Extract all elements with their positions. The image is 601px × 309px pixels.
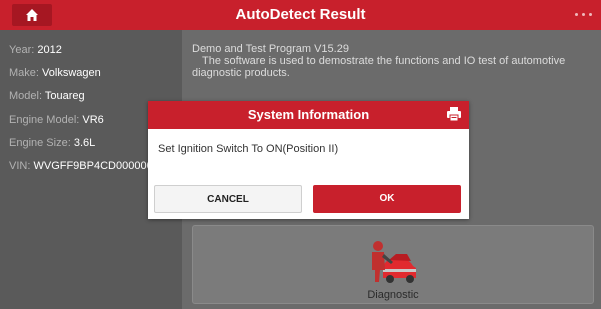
- ok-button[interactable]: OK: [313, 185, 461, 213]
- info-make: Make: Volkswagen: [9, 67, 101, 79]
- page-title: AutoDetect Result: [235, 6, 366, 23]
- info-value: VR6: [82, 114, 104, 126]
- cancel-button[interactable]: CANCEL: [154, 185, 302, 213]
- info-value: 2012: [37, 44, 62, 56]
- info-year: Year: 2012: [9, 44, 62, 56]
- info-label: VIN:: [9, 160, 31, 172]
- info-label: Make:: [9, 67, 39, 79]
- print-icon[interactable]: [447, 107, 461, 122]
- info-engine-model: Engine Model: VR6: [9, 114, 104, 126]
- diagnostic-label: Diagnostic: [367, 289, 419, 301]
- dialog-header: System Information: [148, 101, 469, 129]
- diagnostic-card[interactable]: Diagnostic: [192, 225, 594, 304]
- info-label: Engine Model:: [9, 114, 80, 126]
- dialog-title: System Information: [247, 107, 370, 122]
- info-label: Engine Size:: [9, 137, 71, 149]
- top-bar: AutoDetect Result: [0, 0, 601, 30]
- info-value: Volkswagen: [42, 67, 101, 79]
- system-information-dialog: System Information Set Ignition Switch T…: [148, 101, 469, 219]
- program-description: The software is used to demostrate the f…: [192, 55, 566, 79]
- info-label: Model:: [9, 90, 43, 102]
- info-engine-size: Engine Size: 3.6L: [9, 137, 95, 149]
- info-vin: VIN: WVGFF9BP4CD000000: [9, 160, 153, 172]
- info-value: WVGFF9BP4CD000000: [33, 160, 153, 172]
- info-label: Year:: [9, 44, 35, 56]
- info-value: 3.6L: [73, 137, 96, 149]
- dialog-message: Set Ignition Switch To ON(Position II): [158, 143, 339, 155]
- program-name: Demo and Test Program V15.29: [192, 43, 349, 55]
- more-dots-icon[interactable]: [575, 13, 593, 17]
- info-model: Model: Touareg: [9, 90, 85, 102]
- info-value: Touareg: [44, 90, 85, 102]
- diagnostic-mechanic-icon: [372, 241, 416, 283]
